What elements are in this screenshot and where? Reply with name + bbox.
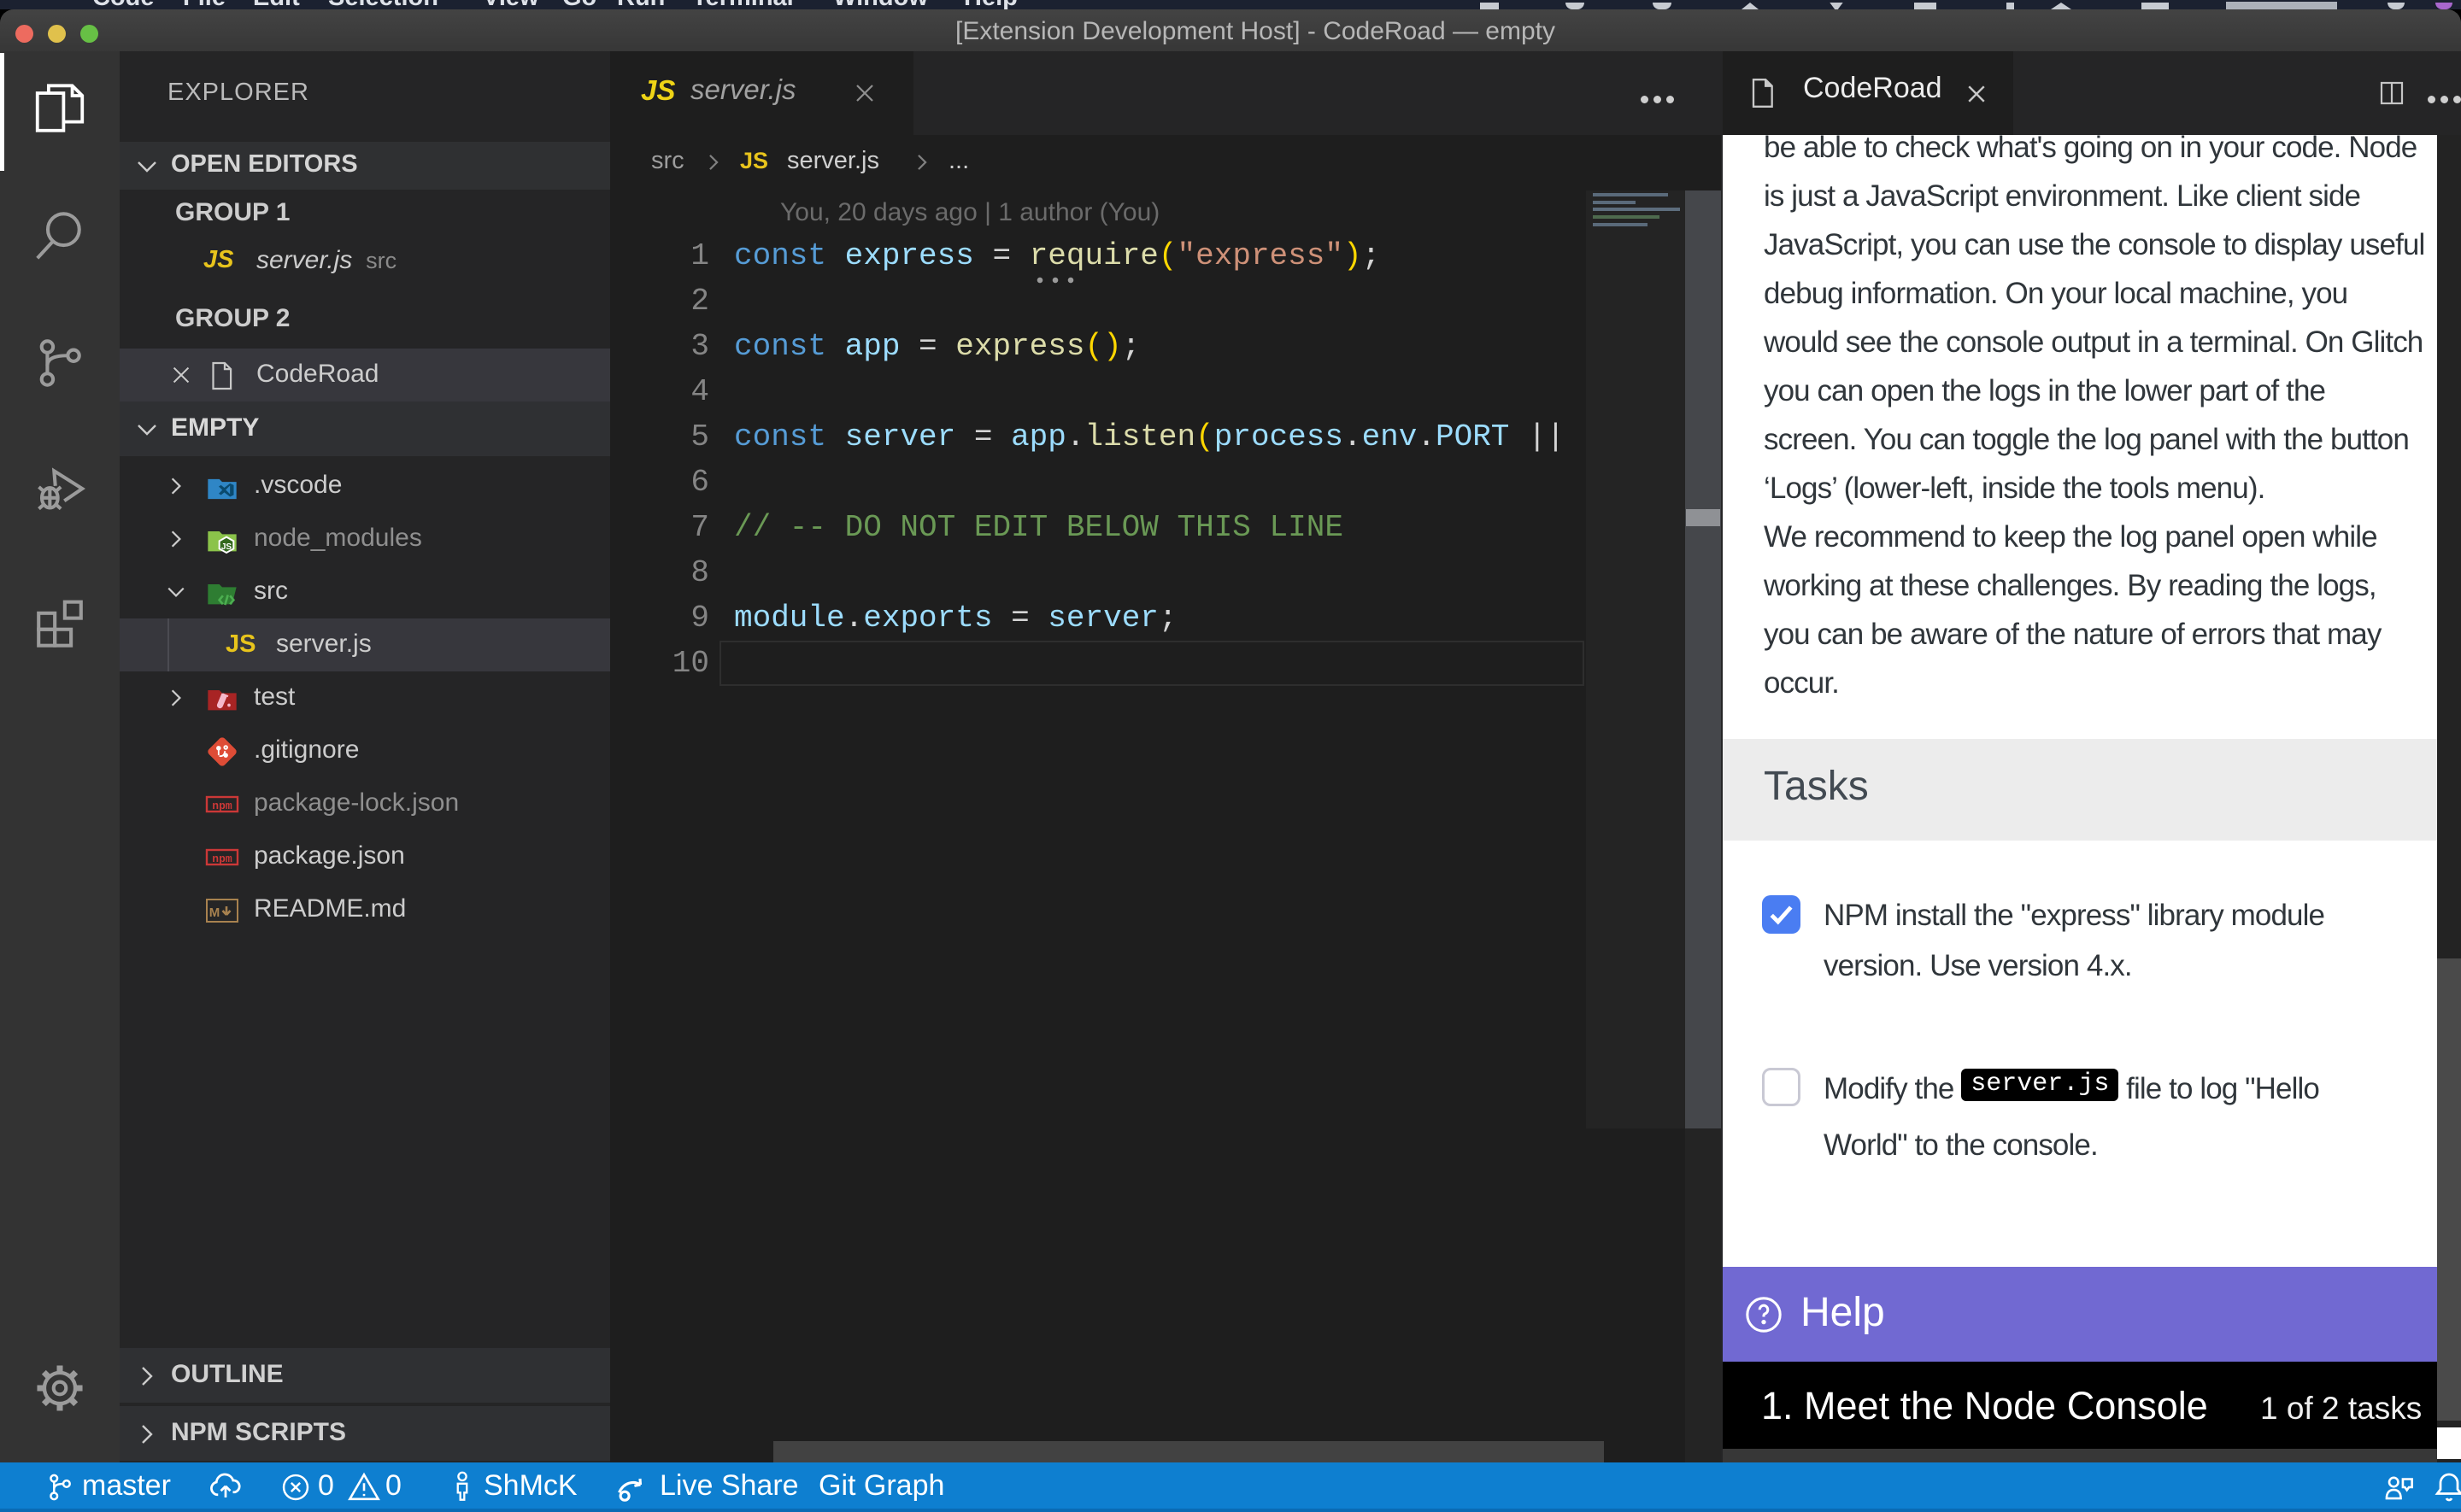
svg-text:npm: npm	[212, 853, 232, 865]
svg-text:M: M	[209, 905, 220, 920]
svg-text:npm: npm	[212, 800, 232, 812]
svg-text:JS: JS	[221, 542, 232, 552]
